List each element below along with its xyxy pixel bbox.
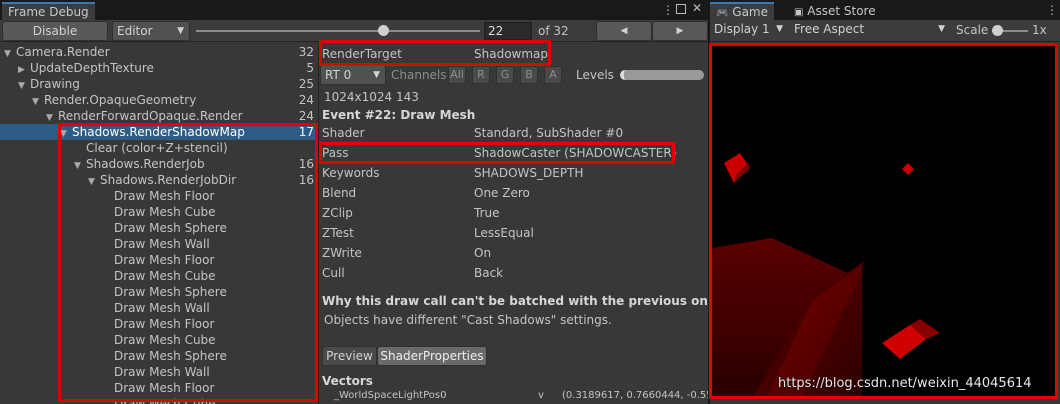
levels-label: Levels: [576, 68, 614, 82]
scale-label: Scale: [956, 23, 989, 37]
property-name: ZClip: [322, 206, 353, 220]
game-toolbar: Display 1 ▼ Free Aspect ▼ Scale 1x: [710, 20, 1060, 42]
chevron-down-icon: ▼: [373, 70, 380, 80]
vector-value: (0.3189617, 0.7660444, -0.558: [562, 390, 708, 401]
highlight-shadow-tree: [58, 123, 318, 402]
channel-b-toggle[interactable]: B: [520, 66, 538, 84]
property-value: Standard, SubShader #0: [474, 126, 624, 140]
chevron-down-icon: ▼: [177, 26, 184, 36]
event-index-field[interactable]: 22: [484, 22, 532, 40]
levels-slider[interactable]: [620, 70, 704, 80]
scale-slider-thumb[interactable]: [992, 25, 1003, 36]
gamepad-icon: 🎮: [716, 8, 729, 19]
shopping-bag-icon: ▣: [794, 7, 804, 18]
tab-frame-debug[interactable]: Frame Debug: [2, 2, 95, 20]
scale-value: 1x: [1032, 23, 1047, 37]
event-total-label: of 32: [538, 24, 569, 38]
frame-debug-tabbar: Frame Debug ⋮ ✕: [0, 0, 708, 20]
more-menu-icon[interactable]: ⋮: [662, 3, 674, 17]
mode-dropdown[interactable]: Editor ▼: [112, 21, 190, 41]
maximize-icon[interactable]: [676, 4, 686, 14]
aspect-dropdown-label: Free Aspect: [794, 22, 865, 36]
property-name: Cull: [322, 266, 345, 280]
event-slider-track[interactable]: [196, 30, 480, 32]
tab-preview[interactable]: Preview: [322, 346, 377, 366]
channel-g-toggle[interactable]: G: [496, 66, 514, 84]
property-name: ZTest: [322, 226, 354, 240]
close-icon[interactable]: ✕: [692, 1, 702, 15]
property-value: On: [474, 246, 492, 260]
property-value: Back: [474, 266, 504, 280]
channel-all-toggle[interactable]: All: [448, 66, 466, 84]
vector-name: _WorldSpaceLightPos0: [334, 390, 447, 401]
tree-row[interactable]: ▼ Render.OpaqueGeometry 24: [0, 92, 318, 108]
tree-row-count: 25: [298, 77, 314, 91]
tab-asset-store[interactable]: ▣ Asset Store: [788, 2, 882, 20]
highlight-render-target: [319, 40, 551, 66]
property-name: Blend: [322, 186, 357, 200]
tree-row[interactable]: ▼ Camera.Render 32: [0, 44, 318, 60]
display-dropdown-label: Display 1: [714, 22, 770, 36]
batch-title: Why this draw call can't be batched with…: [322, 294, 717, 308]
channels-label: Channels: [391, 68, 447, 82]
prev-event-button[interactable]: ◀: [596, 21, 652, 41]
tab-asset-store-label: Asset Store: [807, 4, 876, 18]
tab-shader-properties[interactable]: ShaderProperties: [377, 346, 487, 366]
disable-button[interactable]: Disable: [2, 21, 108, 41]
tree-row-label: RenderForwardOpaque.Render: [58, 109, 243, 123]
tree-row-label: Render.OpaqueGeometry: [44, 93, 197, 107]
tree-row[interactable]: ▶ UpdateDepthTexture 5: [0, 60, 318, 76]
tree-row[interactable]: ▼ Drawing 25: [0, 76, 318, 92]
property-name: Shader: [322, 126, 365, 140]
tab-game[interactable]: 🎮 Game: [710, 2, 775, 20]
property-name: ZWrite: [322, 246, 362, 260]
event-slider-thumb[interactable]: [378, 25, 390, 36]
highlight-pass: [319, 142, 675, 164]
frame-debug-toolbar: Disable Editor ▼ 22 of 32 ◀ ▶: [0, 20, 708, 42]
aspect-dropdown[interactable]: Free Aspect ▼: [790, 20, 950, 40]
rt-dropdown[interactable]: RT 0 ▼: [320, 65, 386, 85]
tree-row-label: UpdateDepthTexture: [30, 61, 154, 75]
game-tabbar: 🎮 Game ▣ Asset Store ⋮: [710, 0, 1060, 20]
tree-row-count: 5: [306, 61, 314, 75]
event-title: Event #22: Draw Mesh: [322, 108, 476, 122]
channel-a-toggle[interactable]: A: [544, 66, 562, 84]
highlight-game-view: [709, 43, 1058, 399]
display-dropdown[interactable]: Display 1 ▼: [710, 20, 788, 40]
property-value: One Zero: [474, 186, 530, 200]
channel-r-toggle[interactable]: R: [472, 66, 490, 84]
property-name: Keywords: [322, 166, 380, 180]
tree-row-label: Camera.Render: [16, 45, 110, 59]
rt-dropdown-label: RT 0: [325, 68, 352, 82]
chevron-down-icon: ▼: [938, 24, 945, 34]
mode-dropdown-label: Editor: [117, 24, 153, 38]
tree-row-label: Drawing: [30, 77, 80, 91]
vector-type: v: [538, 390, 544, 401]
chevron-down-icon: ▼: [776, 24, 783, 34]
resolution-text: 1024x1024 143: [324, 90, 419, 104]
tree-row[interactable]: ▼ RenderForwardOpaque.Render 24: [0, 108, 318, 124]
batch-reason: Objects have different "Cast Shadows" se…: [324, 313, 612, 327]
tree-row-count: 32: [298, 45, 314, 59]
vectors-label: Vectors: [322, 374, 373, 388]
tree-row-count: 24: [298, 93, 314, 107]
tab-game-label: Game: [732, 5, 769, 19]
more-menu-icon[interactable]: ⋮: [1046, 3, 1058, 17]
tree-row-count: 24: [298, 109, 314, 123]
next-event-button[interactable]: ▶: [652, 21, 708, 41]
property-value: LessEqual: [474, 226, 534, 240]
property-value: True: [474, 206, 500, 220]
property-value: SHADOWS_DEPTH: [474, 166, 584, 180]
